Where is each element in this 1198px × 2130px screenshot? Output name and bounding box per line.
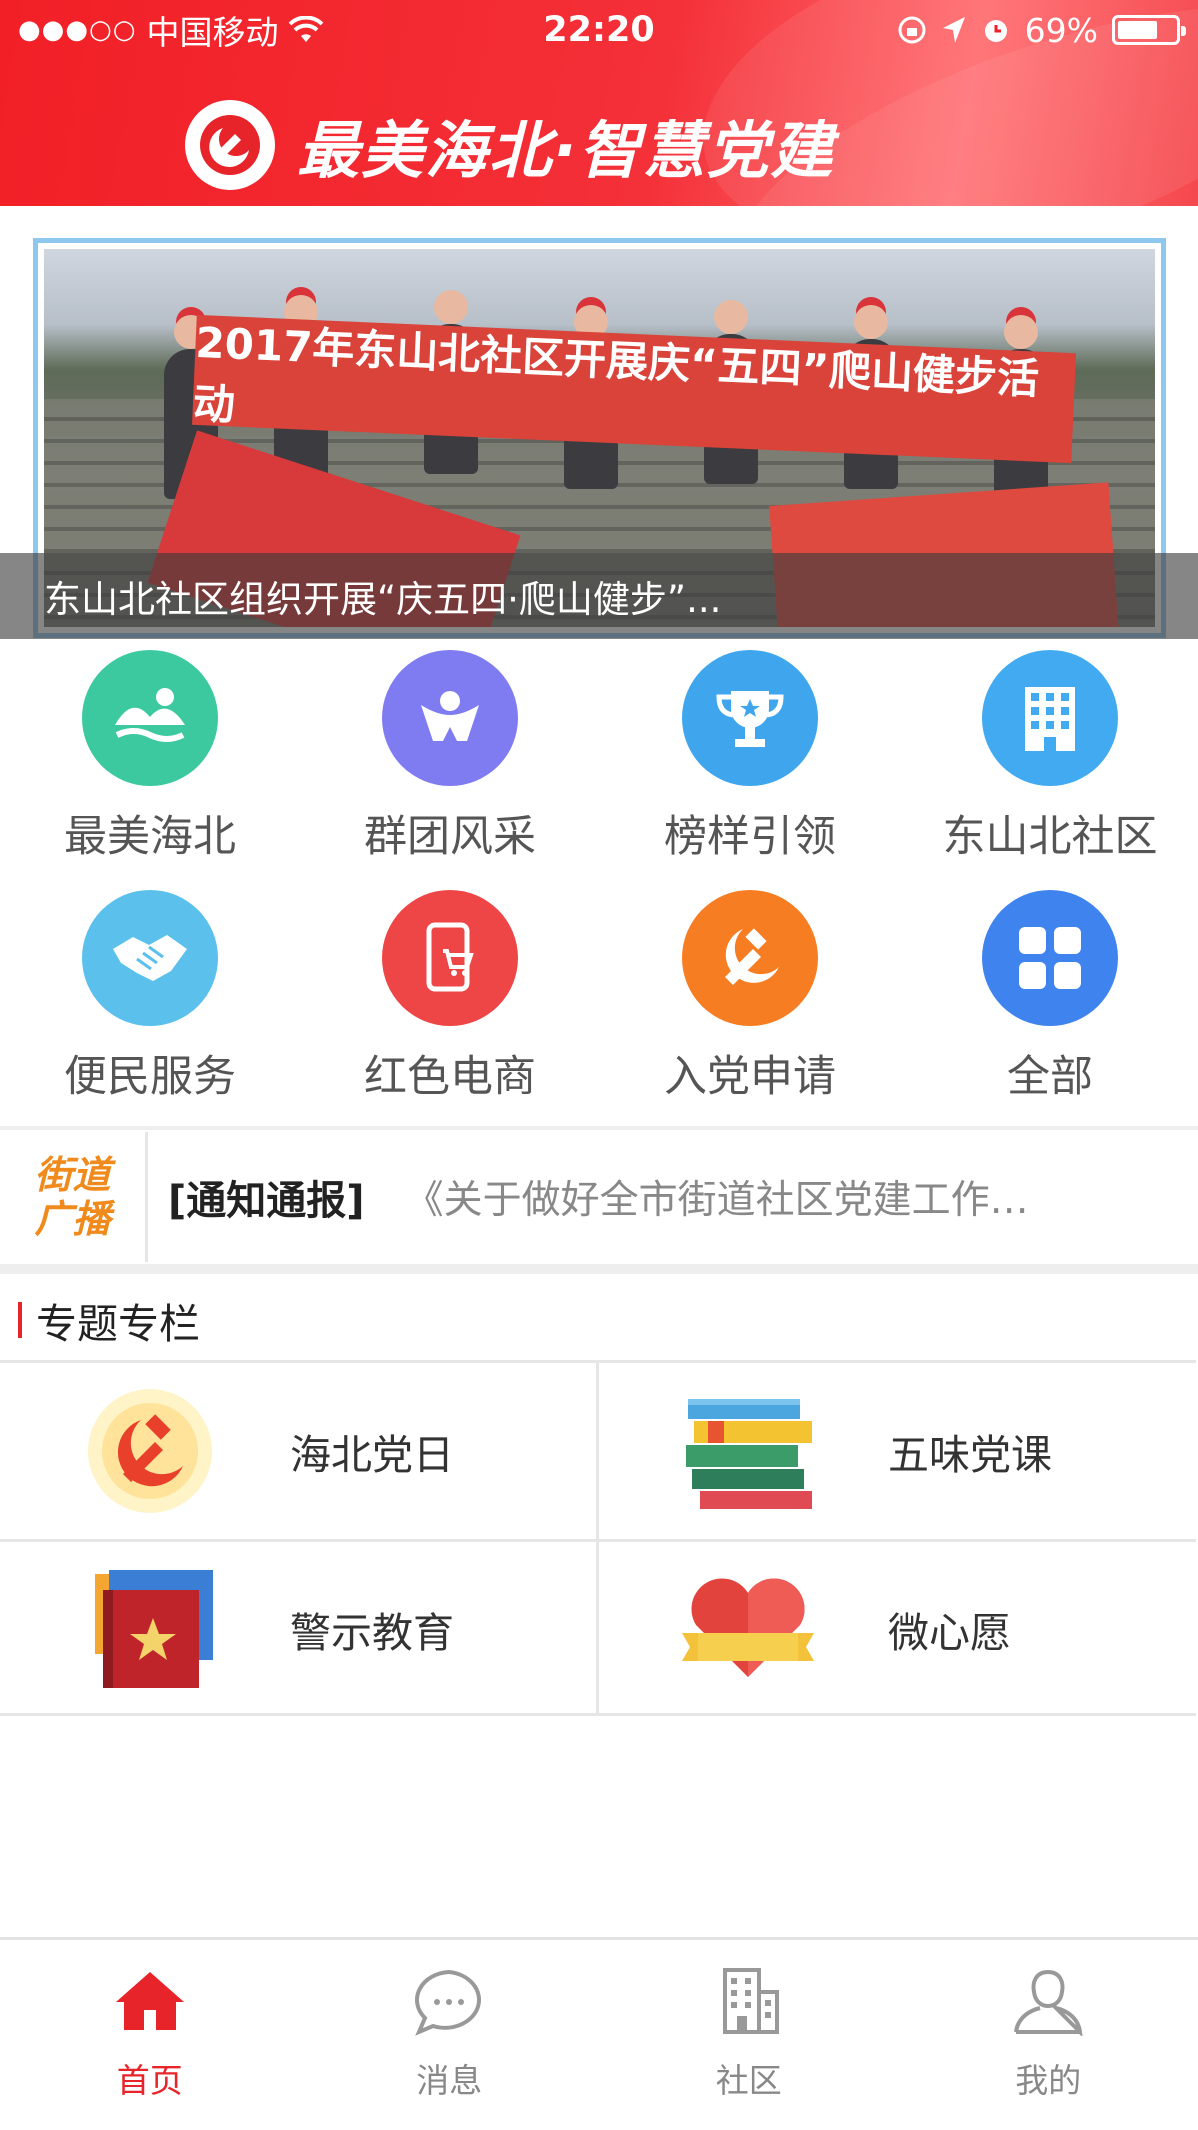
grid-label: 全部	[1007, 1052, 1093, 1102]
grid-item-zuimei-haibei[interactable]: 最美海北	[0, 650, 300, 864]
card-jingshi-jiaoyu[interactable]: 警示教育	[0, 1541, 598, 1717]
grid-item-rudang-shenqing[interactable]: 入党申请	[600, 890, 900, 1104]
grid-label: 群团风采	[364, 812, 536, 862]
grid-label: 东山北社区	[942, 812, 1158, 862]
user-icon	[1014, 1969, 1083, 2036]
notice-text[interactable]: 《关于做好全市街道社区党建工作…	[405, 1169, 1029, 1225]
home-icon	[115, 1972, 184, 2030]
grid-label: 最美海北	[64, 812, 236, 862]
tab-label: 社区	[715, 2061, 782, 2100]
tab-home[interactable]: 首页	[0, 1940, 300, 2130]
handshake-icon	[82, 890, 218, 1026]
grid-icon	[982, 890, 1118, 1026]
tab-community[interactable]: 社区	[599, 1940, 899, 2130]
card-label: 微心愿	[888, 1609, 1011, 1657]
banner-caption[interactable]: 东山北社区组织开展“庆五四·爬山健步”...	[0, 553, 1198, 639]
grid-item-quanbu[interactable]: 全部	[900, 890, 1198, 1104]
logo-line: 广播	[34, 1197, 111, 1241]
street-broadcast-logo: 街道 广播	[0, 1132, 148, 1262]
topic-cards: 海北党日 五味党课 警示教育 微心愿	[0, 1360, 1196, 1716]
status-bar: ●●●○○ 中国移动 22:20 69%	[0, 0, 1198, 60]
card-wuwei-dangke[interactable]: 五味党课	[598, 1363, 1196, 1539]
card-label: 五味党课	[888, 1431, 1052, 1479]
grid-item-quntuan-fengcai[interactable]: 群团风采	[300, 650, 600, 864]
brand: 最美海北·智慧党建	[185, 100, 835, 190]
people-icon	[382, 650, 518, 786]
landscape-icon	[82, 650, 218, 786]
card-label: 警示教育	[290, 1609, 454, 1657]
tab-label: 我的	[1015, 2061, 1082, 2100]
party-emblem-sun-icon	[70, 1386, 230, 1516]
party-logo-icon	[185, 100, 275, 190]
notice-tag: [通知通报]	[168, 1178, 365, 1224]
grid-item-bangyang-yinling[interactable]: 榜样引领	[600, 650, 900, 864]
red-book-star-icon	[70, 1564, 230, 1694]
books-icon	[668, 1386, 828, 1516]
building-outline-icon	[722, 1968, 779, 2034]
divider	[0, 1264, 1198, 1274]
tab-label: 消息	[416, 2061, 483, 2100]
battery-icon	[1112, 15, 1186, 45]
building-icon	[982, 650, 1118, 786]
grid-label: 榜样引领	[664, 812, 836, 862]
grid-item-hongse-dianshang[interactable]: 红色电商	[300, 890, 600, 1104]
card-haibei-dangri[interactable]: 海北党日	[0, 1363, 598, 1539]
bottom-tab-bar: 首页 消息 社区 我的	[0, 1937, 1198, 2130]
app-header: ●●●○○ 中国移动 22:20 69% 最美海北·智慧党建	[0, 0, 1198, 206]
grid-label: 入党申请	[664, 1052, 836, 1102]
logo-line: 街道	[34, 1153, 111, 1197]
card-label: 海北党日	[290, 1431, 454, 1479]
grid-label: 红色电商	[364, 1052, 536, 1102]
grid-item-dongshanbei-shequ[interactable]: 东山北社区	[900, 650, 1198, 864]
section-accent	[18, 1302, 22, 1338]
heart-ribbon-icon	[668, 1564, 828, 1694]
status-time: 22:20	[543, 10, 655, 50]
tab-messages[interactable]: 消息	[300, 1940, 600, 2130]
tab-profile[interactable]: 我的	[899, 1940, 1198, 2130]
app-title: 最美海北·智慧党建	[297, 114, 835, 187]
tab-label: 首页	[116, 2061, 183, 2100]
trophy-icon	[682, 650, 818, 786]
divider	[0, 1126, 1198, 1130]
grid-label: 便民服务	[64, 1052, 236, 1102]
section-header: 专题专栏	[0, 1280, 200, 1360]
section-title: 专题专栏	[36, 1300, 200, 1348]
grid-item-bianmin-fuwu[interactable]: 便民服务	[0, 890, 300, 1104]
phone-cart-icon	[382, 890, 518, 1026]
notice-bar[interactable]: 街道 广播 [通知通报] 《关于做好全市街道社区党建工作…	[0, 1132, 1198, 1262]
battery-level	[1118, 21, 1157, 39]
card-wei-xinyuan[interactable]: 微心愿	[598, 1541, 1196, 1717]
party-emblem-icon	[682, 890, 818, 1026]
chat-bubble-icon	[415, 1969, 482, 2036]
